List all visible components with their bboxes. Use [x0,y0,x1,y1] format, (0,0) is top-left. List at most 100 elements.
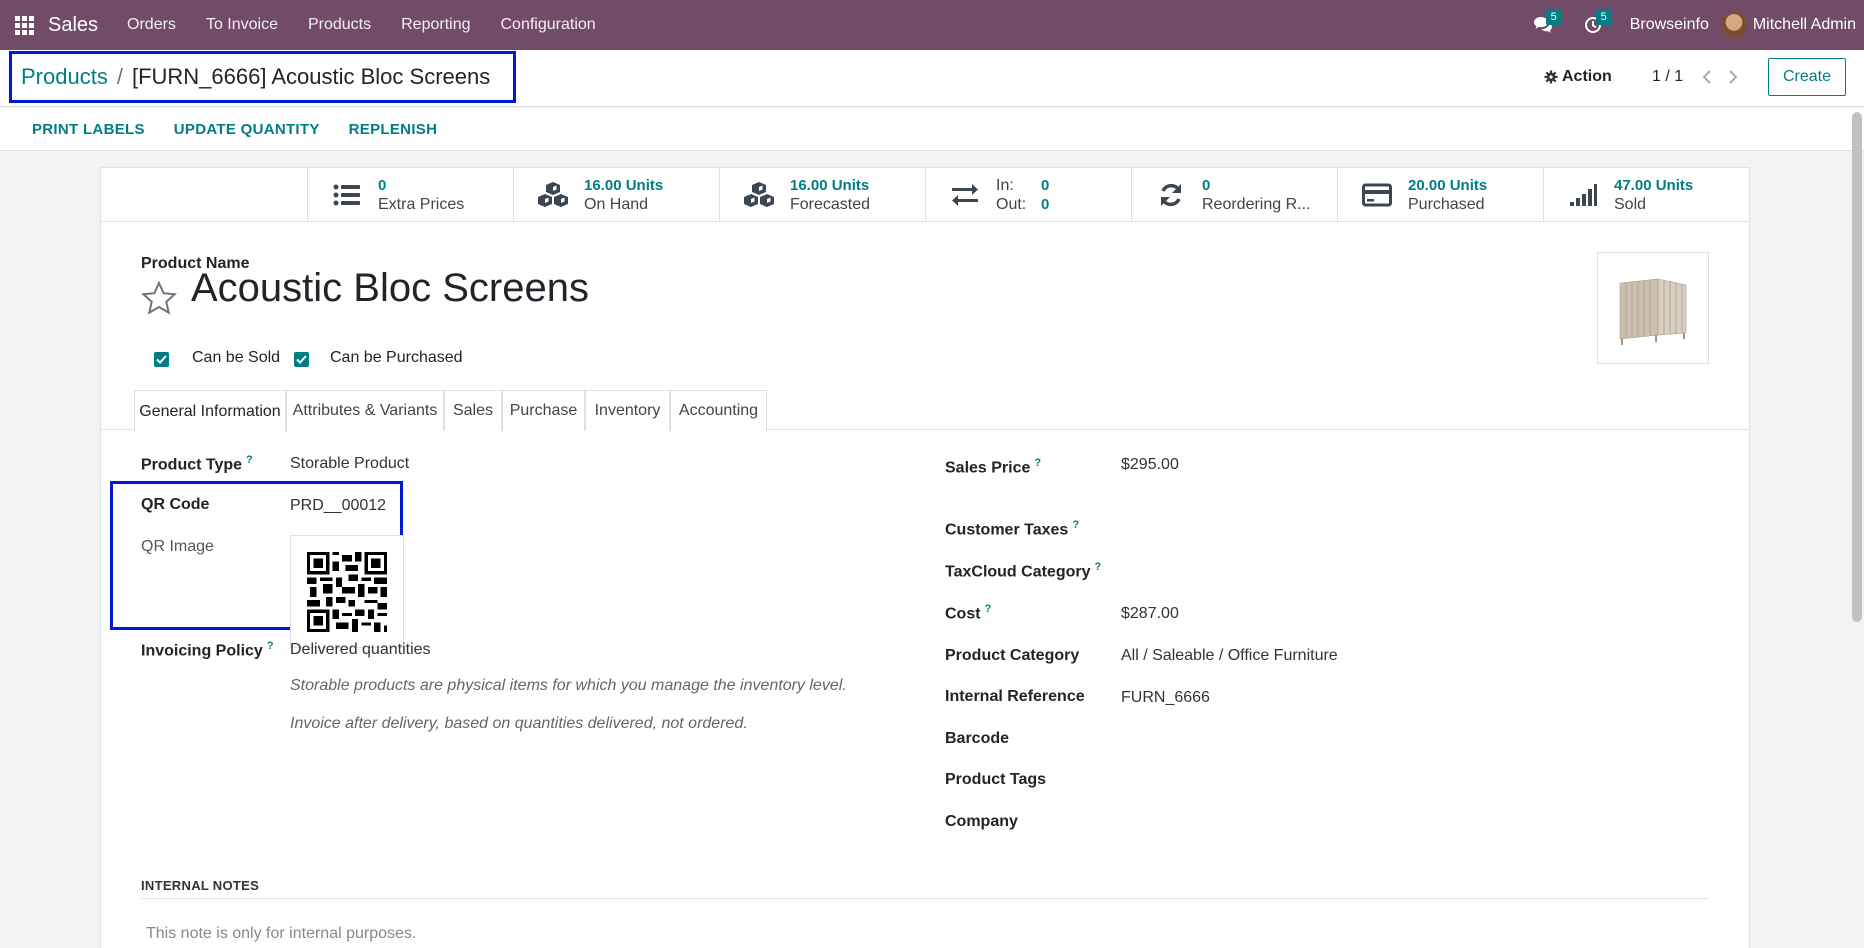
messages-count-badge: 5 [1545,10,1562,25]
qr-code-field[interactable]: PRD__00012 [290,497,386,515]
tab-attributes-variants[interactable]: Attributes & Variants [286,390,444,431]
smart-button-on-hand[interactable]: 16.00 Units On Hand [513,168,719,221]
sales-price-field[interactable]: $295.00 [1121,456,1179,474]
smart-button-sold[interactable]: 47.00 Units Sold [1543,168,1749,221]
main-menu: Orders To Invoice Products Reporting Con… [112,0,611,50]
menu-reporting[interactable]: Reporting [386,0,485,50]
out-label: Out: [996,195,1027,213]
action-button[interactable]: Action [1544,68,1612,86]
menu-configuration[interactable]: Configuration [486,0,611,50]
product-image[interactable] [1597,252,1709,364]
tab-sales[interactable]: Sales [444,390,502,431]
internal-notes-title: INTERNAL NOTES [141,878,260,893]
product-type-field[interactable]: Storable Product [290,455,409,473]
help-tooltip-icon[interactable]: ? [1034,457,1041,469]
invoicing-policy-field[interactable]: Delivered quantities [290,641,431,659]
help-tooltip-icon[interactable]: ? [985,603,992,615]
in-value: 0 [1041,176,1050,194]
sales-price-label: Sales Price? [945,457,1042,477]
can-be-sold-checkbox[interactable] [154,352,169,367]
help-tooltip-icon[interactable]: ? [1095,561,1102,573]
smart-button-purchased[interactable]: 20.00 Units Purchased [1337,168,1543,221]
smart-button-forecasted[interactable]: 16.00 Units Forecasted [719,168,925,221]
taxcloud-category-field[interactable] [1121,561,1521,581]
sold-label: Sold [1614,195,1647,213]
gear-icon [1544,70,1558,84]
menu-products[interactable]: Products [293,0,386,50]
reordering-value: 0 [1202,176,1211,194]
print-labels-button[interactable]: PRINT LABELS [0,121,145,138]
replenish-button[interactable]: REPLENISH [320,121,438,138]
pager-value[interactable]: 1 / 1 [1652,68,1683,86]
reordering-label: Reordering R... [1202,195,1311,213]
signal-icon [1566,180,1600,210]
product-type-help-text: Storable products are physical items for… [290,677,847,694]
breadcrumb-separator: / [116,64,123,89]
smart-button-extra-prices[interactable]: 0 Extra Prices [307,168,513,221]
customer-taxes-field[interactable] [1121,519,1521,539]
tab-purchase[interactable]: Purchase [502,390,585,431]
sold-value: 47.00 Units [1614,176,1694,194]
update-quantity-button[interactable]: UPDATE QUANTITY [145,121,320,138]
page-scrollbar[interactable] [1852,112,1862,622]
tab-accounting[interactable]: Accounting [670,390,767,431]
chevron-right-icon [1729,70,1738,84]
star-icon[interactable] [141,280,177,320]
customer-taxes-label: Customer Taxes? [945,519,1080,539]
product-type-label: Product Type? [141,454,253,474]
internal-notes-input[interactable]: This note is only for internal purposes. [146,925,416,943]
create-button[interactable]: Create [1768,58,1846,96]
product-tags-field[interactable] [1121,771,1521,791]
company-field[interactable] [1121,813,1521,833]
company-switcher[interactable]: Browseinfo [1618,16,1721,34]
help-tooltip-icon[interactable]: ? [267,640,274,652]
cubes-icon [742,180,776,210]
control-panel: Products / [FURN_6666] Acoustic Bloc Scr… [0,50,1864,107]
extra-prices-label: Extra Prices [378,195,465,213]
company-label: Company [945,813,1018,830]
barcode-label: Barcode [945,730,1010,747]
top-navbar: Sales Orders To Invoice Products Reporti… [0,0,1864,50]
breadcrumb-products-link[interactable]: Products [21,64,108,90]
app-menu-icon[interactable] [0,0,48,50]
qr-image[interactable] [290,535,404,648]
tab-general-information[interactable]: General Information [134,390,286,432]
product-name-field[interactable]: Acoustic Bloc Screens [191,266,589,311]
user-menu[interactable]: Mitchell Admin [1720,12,1864,38]
help-tooltip-icon[interactable]: ? [246,454,253,466]
pager-previous-button[interactable] [1698,66,1716,88]
barcode-field[interactable] [1121,730,1521,750]
credit-card-icon [1360,180,1394,210]
exchange-icon [948,180,982,210]
in-label: In: [996,176,1014,194]
cost-field[interactable]: $287.00 [1121,605,1179,623]
menu-orders[interactable]: Orders [112,0,191,50]
help-tooltip-icon[interactable]: ? [1072,519,1079,531]
on-hand-value: 16.00 Units [584,176,664,194]
qr-image-label: QR Image [141,538,214,555]
activities-button[interactable]: 5 [1568,0,1618,50]
breadcrumb: Products / [FURN_6666] Acoustic Bloc Scr… [9,51,516,103]
app-brand[interactable]: Sales [48,14,98,37]
qr-code-icon [307,551,387,632]
product-tags-label: Product Tags [945,771,1047,788]
menu-to-invoice[interactable]: To Invoice [191,0,293,50]
smart-button-reordering-rules[interactable]: 0 Reordering R... [1131,168,1337,221]
purchased-label: Purchased [1408,195,1485,213]
can-be-purchased-checkbox[interactable] [294,352,309,367]
list-icon [330,180,364,210]
pager-next-button[interactable] [1724,66,1742,88]
qr-code-label: QR Code [141,496,210,513]
smart-button-in-out[interactable]: In: 0 Out: 0 [925,168,1131,221]
extra-prices-value: 0 [378,176,387,194]
messages-button[interactable]: 5 [1518,0,1568,50]
breadcrumb-current: [FURN_6666] Acoustic Bloc Screens [131,64,491,89]
tab-inventory[interactable]: Inventory [585,390,670,431]
can-be-sold-label: Can be Sold [192,349,281,366]
taxcloud-category-label: TaxCloud Category? [945,561,1102,581]
purchased-value: 20.00 Units [1408,176,1488,194]
internal-reference-field[interactable]: FURN_6666 [1121,689,1210,707]
product-category-field[interactable]: All / Saleable / Office Furniture [1121,647,1338,665]
product-category-label: Product Category [945,647,1080,664]
check-icon [156,355,167,364]
